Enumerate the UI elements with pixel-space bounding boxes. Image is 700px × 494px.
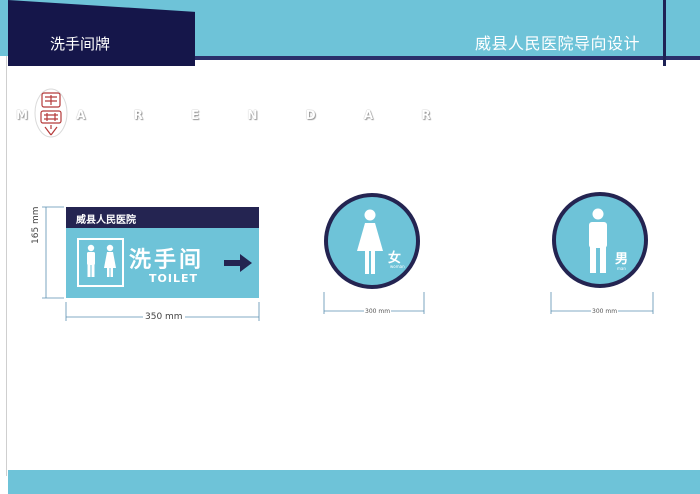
page-title: 洗手间牌 [50, 35, 111, 53]
width-dimension-label: 350 mm [143, 312, 185, 322]
male-width-label: 300 mm [591, 308, 619, 315]
height-dimension-label: 165 mm [31, 206, 41, 244]
footer-band [8, 470, 700, 494]
female-width-label: 300 mm [364, 308, 392, 315]
male-sign-char: 男 [615, 252, 629, 267]
header-vertical-rule [663, 0, 666, 66]
man-icon [589, 208, 607, 273]
left-frame-line [6, 56, 7, 476]
male-sign-sub: man [617, 266, 626, 271]
header-divider [195, 56, 700, 60]
woman-icon [357, 209, 383, 274]
female-sign-sub: woman [390, 264, 405, 269]
logo-wordmark: M A R E N D A R [16, 108, 453, 122]
project-title: 威县人民医院导向设计 [474, 34, 640, 53]
dimension-lines-rect [42, 206, 260, 321]
